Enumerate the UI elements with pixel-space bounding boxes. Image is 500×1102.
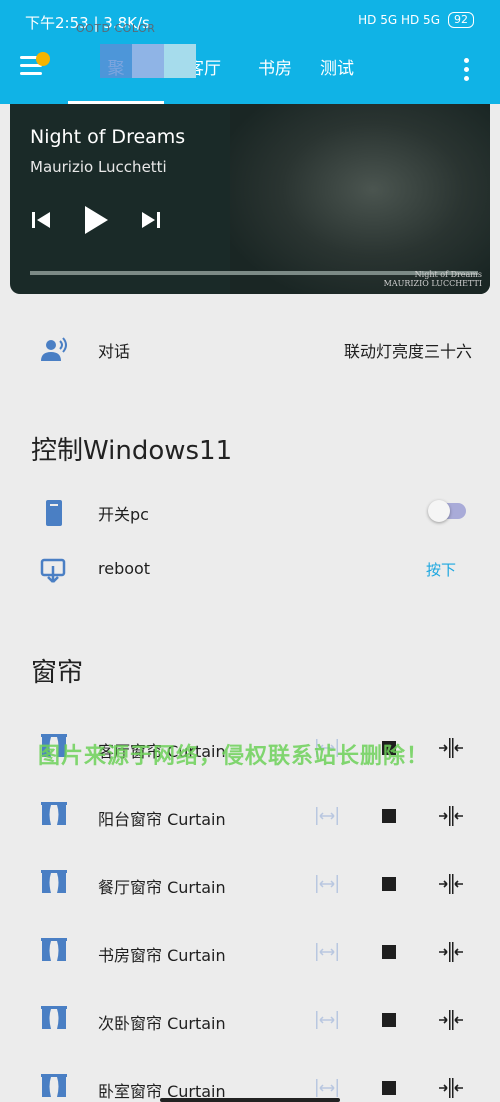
dialog-row[interactable]: 对话 联动灯亮度三十六: [0, 322, 500, 378]
curtain-label: 书房窗帘 Curtain: [98, 946, 226, 965]
curtain-icon: [41, 1006, 67, 1029]
next-track-icon[interactable]: [140, 209, 162, 231]
curtain-open-icon[interactable]: [313, 1006, 341, 1034]
curtain-open-icon[interactable]: [313, 870, 341, 898]
more-dot: [464, 67, 469, 72]
curtain-icon: [41, 870, 67, 893]
tab-test[interactable]: 测试: [306, 54, 368, 104]
more-options-button[interactable]: [464, 58, 470, 85]
reboot-icon: [40, 558, 66, 583]
more-dot: [464, 58, 469, 63]
curtain-section-title: 窗帘: [31, 658, 84, 688]
signal-indicator: HD 5G HD 5G: [358, 13, 440, 27]
curtain-label: 次卧窗帘 Curtain: [98, 1014, 226, 1033]
curtain-stop-icon[interactable]: [375, 1074, 403, 1102]
curtain-icon: [41, 802, 67, 825]
status-bar: 下午2:53 | 3.8K/s OOTD COLOR HD 5G HD 5G 9…: [0, 0, 500, 42]
curtain-close-icon[interactable]: [437, 802, 465, 830]
curtain-stop-icon[interactable]: [375, 870, 403, 898]
curtain-stop-icon[interactable]: [375, 938, 403, 966]
curtain-row: 卧室窗帘 Curtain: [0, 1058, 500, 1102]
redaction-block: [132, 44, 164, 78]
play-icon[interactable]: [82, 204, 110, 236]
previous-track-icon[interactable]: [30, 209, 52, 231]
pc-power-toggle[interactable]: [428, 500, 466, 522]
more-dot: [464, 76, 469, 81]
app-header: 下午2:53 | 3.8K/s OOTD COLOR HD 5G HD 5G 9…: [0, 0, 500, 104]
dialog-value: 联动灯亮度三十六: [343, 342, 472, 361]
voice-user-icon: [41, 337, 67, 361]
curtain-close-icon[interactable]: [437, 734, 465, 762]
pc-icon: [46, 500, 62, 526]
reboot-press-button[interactable]: 按下: [426, 559, 456, 580]
redaction-block: [164, 44, 196, 78]
curtain-open-icon[interactable]: [313, 938, 341, 966]
reboot-label: reboot: [98, 559, 151, 578]
curtain-stop-icon[interactable]: [375, 1006, 403, 1034]
pc-switch-row[interactable]: 开关pc: [0, 485, 500, 541]
curtain-label: 餐厅窗帘 Curtain: [98, 878, 226, 897]
notification-dot: [36, 52, 50, 66]
curtain-label: 阳台窗帘 Curtain: [98, 810, 226, 829]
track-title: Night of Dreams: [30, 126, 186, 148]
menu-icon-line: [20, 72, 42, 75]
media-player-card: Night of Dreams Maurizio Lucchetti Night…: [10, 104, 490, 294]
battery-indicator: 92: [448, 12, 474, 28]
track-artist: Maurizio Lucchetti: [30, 158, 167, 176]
curtain-close-icon[interactable]: [437, 1006, 465, 1034]
playback-controls: [30, 204, 162, 236]
status-overlay-text: OOTD COLOR: [76, 22, 156, 35]
curtain-close-icon[interactable]: [437, 870, 465, 898]
curtain-open-icon[interactable]: [313, 802, 341, 830]
curtain-row: 次卧窗帘 Curtain: [0, 990, 500, 1046]
curtain-row: 书房窗帘 Curtain: [0, 922, 500, 978]
album-art: [230, 104, 490, 294]
watermark-text: 图片来源于网络，侵权联系站长删除！: [38, 744, 430, 769]
curtain-close-icon[interactable]: [437, 1074, 465, 1102]
album-art-credit: Night of Dreams MAURIZIO LUCCHETTI: [383, 270, 482, 288]
windows-section-title: 控制Windows11: [31, 436, 233, 466]
tab-study[interactable]: 书房: [244, 54, 306, 104]
toggle-knob: [428, 500, 450, 522]
reboot-row: reboot 按下: [0, 543, 500, 599]
status-right: HD 5G HD 5G 92: [358, 12, 474, 28]
curtain-icon: [41, 938, 67, 961]
pc-switch-label: 开关pc: [98, 505, 149, 524]
dialog-label: 对话: [98, 342, 131, 361]
curtain-row: 阳台窗帘 Curtain: [0, 786, 500, 842]
menu-button[interactable]: [20, 52, 50, 82]
curtain-stop-icon[interactable]: [375, 802, 403, 830]
home-indicator[interactable]: [160, 1098, 340, 1102]
curtain-row: 餐厅窗帘 Curtain: [0, 854, 500, 910]
curtain-icon: [41, 1074, 67, 1097]
curtain-close-icon[interactable]: [437, 938, 465, 966]
